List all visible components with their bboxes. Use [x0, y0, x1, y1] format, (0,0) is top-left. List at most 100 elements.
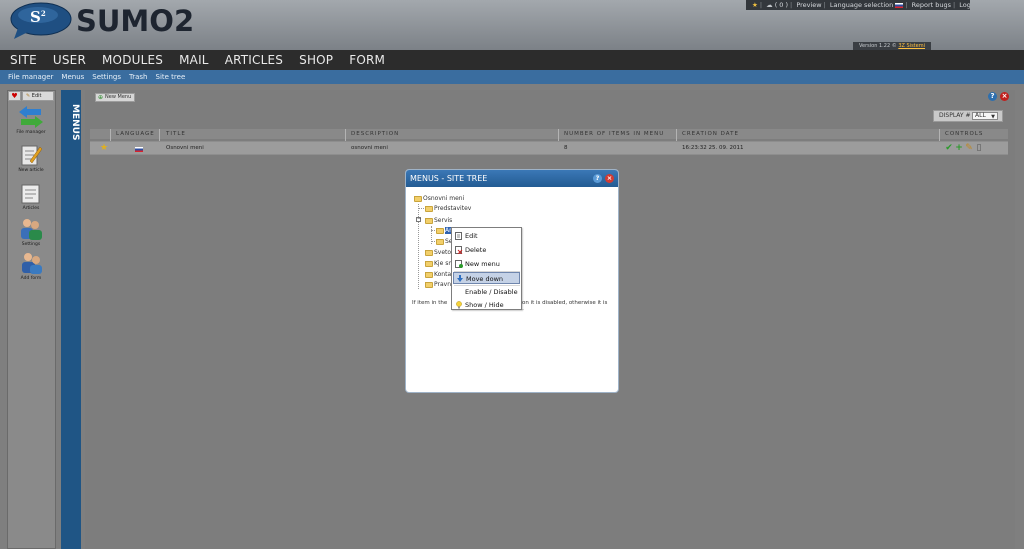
- subnav-trash[interactable]: Trash: [124, 70, 151, 84]
- main-nav: SITE USER MODULES MAIL ARTICLES SHOP FOR…: [0, 50, 1024, 70]
- display-count: DISPLAY # ALL ▼: [933, 110, 1003, 122]
- subnav-menus[interactable]: Menus: [56, 70, 87, 84]
- top-utility-bar: ★ | ☁ ( 0 ) | Preview | Language selection …: [746, 0, 970, 10]
- message-count[interactable]: ( 0 ): [775, 0, 788, 10]
- display-label: DISPLAY #: [939, 112, 971, 119]
- folder-icon: [436, 238, 444, 245]
- delete-doc-icon: [455, 246, 463, 254]
- edit-doc-icon: [455, 232, 462, 240]
- dialog-title: MENUS - SITE TREE: [410, 174, 488, 183]
- star-icon: ★: [752, 1, 758, 9]
- new-doc-icon: [455, 260, 463, 268]
- ctx-new-menu[interactable]: New menu: [453, 258, 520, 270]
- folder-icon: [425, 281, 433, 288]
- folder-icon: [425, 260, 433, 267]
- new-menu-button[interactable]: ⊕ New Menu: [95, 93, 136, 102]
- tree-node[interactable]: Servis: [425, 216, 452, 225]
- sub-nav: File manager Menus Settings Trash Site t…: [0, 70, 1024, 84]
- col-items[interactable]: NUMBER OF ITEMS IN MENU: [564, 129, 664, 139]
- dialog-help-icon[interactable]: ?: [593, 174, 602, 183]
- nav-mail[interactable]: MAIL: [170, 50, 216, 70]
- edit-pencil-icon[interactable]: ✎: [965, 144, 973, 153]
- table-header: LANGUAGE TITLE DESCRIPTION NUMBER OF ITE…: [90, 129, 1008, 139]
- language-flag-icon: [135, 147, 143, 152]
- favorites-tab[interactable]: ♥: [8, 91, 21, 101]
- tree-node[interactable]: Kje sm: [425, 259, 454, 268]
- col-description[interactable]: DESCRIPTION: [351, 129, 399, 139]
- tool-settings-label: Settings: [21, 242, 41, 247]
- table-row[interactable]: ★ Osnovni meni osnovni meni 8 16:23:32 2…: [90, 141, 1008, 155]
- tool-new-article-label: New article: [18, 168, 44, 173]
- ctx-enable-disable[interactable]: Enable / Disable: [453, 286, 520, 298]
- edit-tab[interactable]: ✎ Edit: [22, 91, 54, 101]
- collapse-toggle-icon[interactable]: −: [416, 217, 421, 222]
- edit-tab-label: Edit: [31, 93, 42, 99]
- close-icon[interactable]: ×: [1000, 92, 1009, 101]
- section-vertical-title: MENUS: [70, 104, 80, 141]
- ctx-delete[interactable]: Delete: [453, 244, 520, 256]
- tree-node-root[interactable]: Osnovni meni: [414, 194, 464, 203]
- tree-line: [418, 208, 424, 209]
- tree-node[interactable]: Pravni: [425, 280, 453, 289]
- version-label: Version 1.22 © 3Z Sistemi: [853, 42, 931, 50]
- folder-icon: [425, 249, 433, 256]
- preview-link[interactable]: Preview: [796, 0, 821, 10]
- row-items-count: 8: [564, 145, 568, 151]
- ctx-move-down[interactable]: Move down: [453, 272, 520, 284]
- report-bugs-link[interactable]: Report bugs: [912, 0, 951, 10]
- trash-icon[interactable]: ▯: [975, 144, 983, 153]
- nav-site[interactable]: SITE: [0, 50, 44, 70]
- subnav-site-tree[interactable]: Site tree: [151, 70, 189, 84]
- logout-link[interactable]: Log Out: [959, 0, 970, 10]
- tool-file-manager[interactable]: File manager: [8, 105, 54, 135]
- row-title[interactable]: Osnovni meni: [166, 142, 204, 155]
- col-creation-date[interactable]: CREATION DATE: [682, 129, 739, 139]
- vendor-link[interactable]: 3Z Sistemi: [898, 43, 925, 49]
- folder-icon: [414, 195, 422, 202]
- add-form-icon: [22, 253, 42, 274]
- add-icon[interactable]: +: [955, 144, 963, 153]
- col-title[interactable]: TITLE: [166, 129, 186, 139]
- left-toolbar-tabs: ♥ ✎ Edit: [8, 91, 55, 101]
- nav-form[interactable]: FORM: [340, 50, 392, 70]
- context-menu: Edit Delete New menu Move down Enable / …: [451, 227, 522, 310]
- arrow-down-icon: [457, 275, 463, 282]
- tool-new-article[interactable]: New article: [8, 143, 54, 173]
- check-icon[interactable]: ✔: [945, 144, 953, 153]
- language-selection-link[interactable]: Language selection: [830, 0, 893, 10]
- nav-modules[interactable]: MODULES: [93, 50, 170, 70]
- subnav-file-manager[interactable]: File manager: [0, 70, 56, 84]
- tool-file-manager-label: File manager: [16, 130, 46, 135]
- tree-node[interactable]: Konta: [425, 270, 451, 279]
- dialog-close-icon[interactable]: ×: [605, 174, 614, 183]
- tool-add-form[interactable]: Add form: [8, 251, 54, 281]
- nav-user[interactable]: USER: [44, 50, 93, 70]
- cloud-icon: ☁: [766, 1, 773, 9]
- nav-articles[interactable]: ARTICLES: [216, 50, 290, 70]
- col-language[interactable]: LANGUAGE: [116, 129, 155, 139]
- tree-node-selected[interactable]: Ar: [436, 226, 452, 235]
- tree-node[interactable]: Predstavitev: [425, 204, 471, 213]
- folder-open-icon: [425, 217, 433, 224]
- ctx-show-hide[interactable]: Show / Hide: [453, 299, 520, 311]
- display-select[interactable]: ALL ▼: [972, 112, 998, 120]
- default-star-icon[interactable]: ★: [100, 144, 108, 153]
- users-settings-icon: [21, 219, 42, 240]
- heart-icon: ♥: [11, 92, 18, 100]
- display-select-value: ALL: [975, 112, 986, 119]
- header: S2 SUMO2 ★ | ☁ ( 0 ) | Preview | Language s…: [0, 0, 1024, 50]
- folder-icon: [425, 271, 433, 278]
- logo-superscript: 2: [40, 9, 46, 18]
- dialog-header[interactable]: MENUS - SITE TREE ? ×: [406, 170, 618, 187]
- subnav-settings[interactable]: Settings: [87, 70, 124, 84]
- flag-icon[interactable]: [895, 2, 904, 8]
- ctx-edit[interactable]: Edit: [453, 230, 520, 242]
- tool-articles[interactable]: Articles: [8, 183, 54, 211]
- help-icon[interactable]: ?: [988, 92, 997, 101]
- nav-shop[interactable]: SHOP: [290, 50, 340, 70]
- tool-settings[interactable]: Settings: [8, 217, 54, 247]
- row-creation-date: 16:23:32 25. 09. 2011: [682, 145, 744, 151]
- articles-icon: [21, 184, 40, 204]
- tool-add-form-label: Add form: [20, 276, 42, 281]
- logo-letter: S2: [30, 8, 46, 26]
